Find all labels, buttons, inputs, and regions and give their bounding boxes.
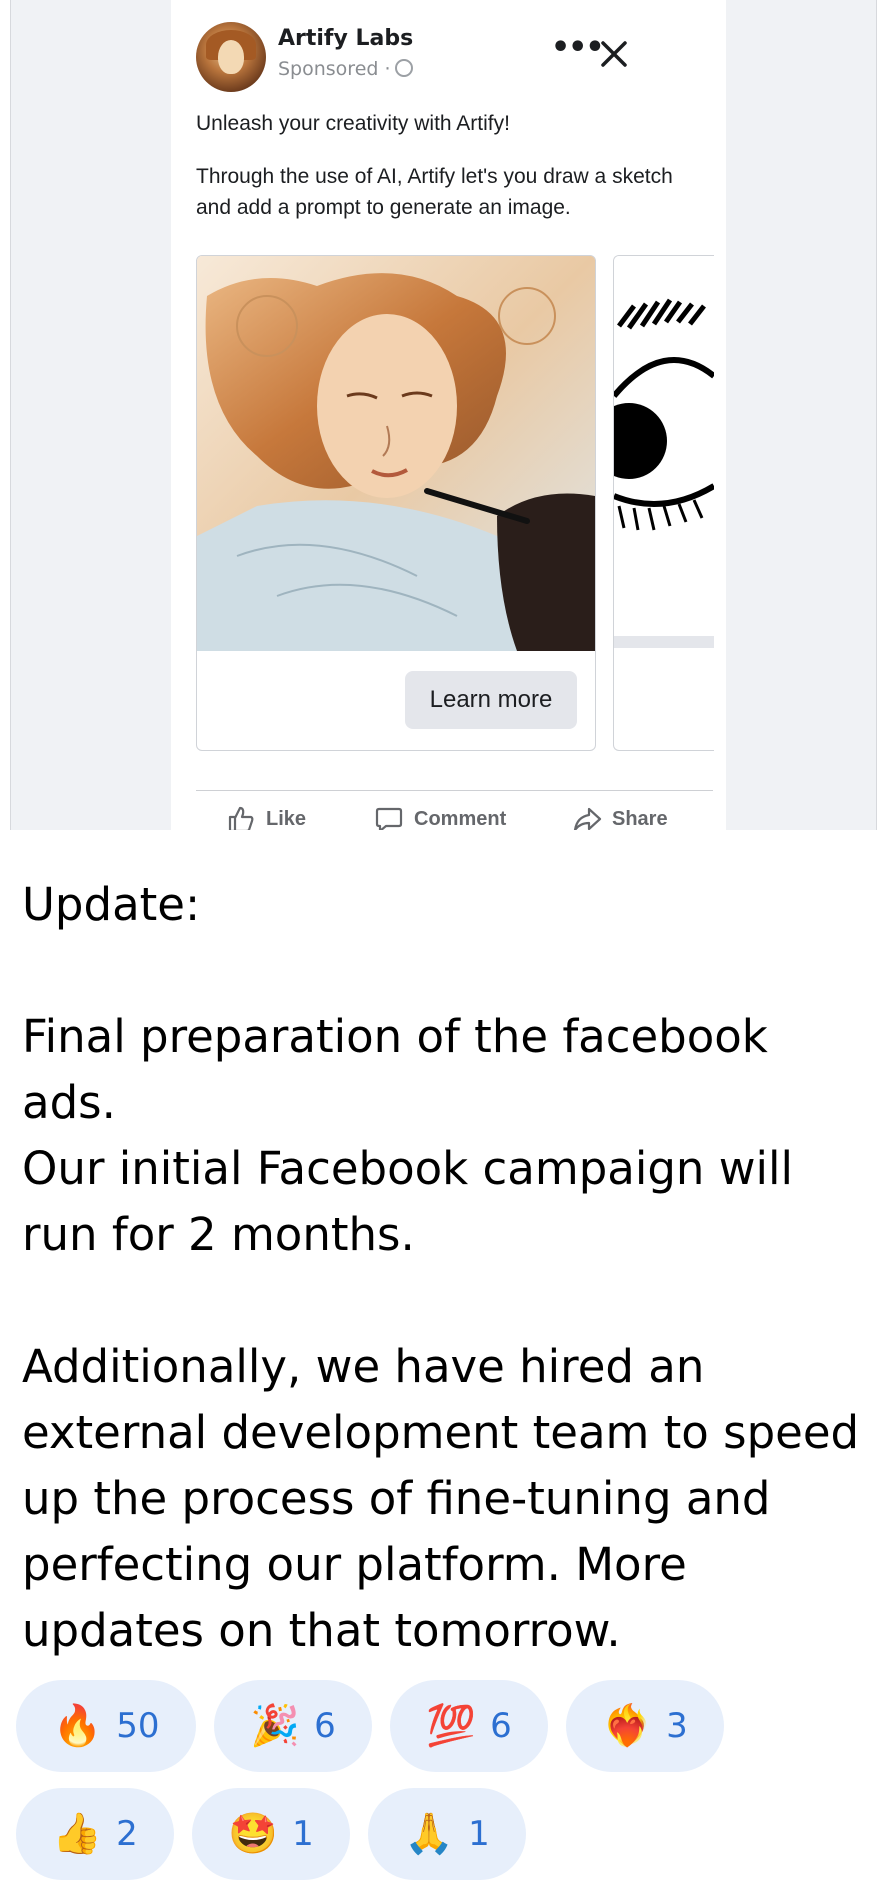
close-icon[interactable] (596, 36, 632, 72)
comment-label: Comment (414, 807, 507, 830)
folded-hands-icon: 🙏 (404, 1811, 455, 1857)
reaction-count: 1 (468, 1814, 490, 1854)
share-icon (573, 807, 602, 830)
message-text: Update: Final preparation of the faceboo… (22, 878, 860, 1657)
reaction-star-struck[interactable]: 🤩 1 (192, 1788, 350, 1880)
reaction-count: 6 (490, 1706, 512, 1746)
share-label: Share (612, 807, 668, 830)
reaction-count: 1 (292, 1814, 314, 1854)
like-label: Like (266, 807, 307, 830)
reaction-thumbs-up[interactable]: 👍 2 (16, 1788, 174, 1880)
ad-text: Unleash your creativity with Artify! Thr… (196, 108, 696, 245)
reaction-hundred-points[interactable]: 💯 6 (390, 1680, 548, 1772)
comment-button[interactable]: Comment (374, 804, 506, 830)
learn-more-button[interactable]: Learn more (405, 671, 577, 729)
ad-headline: Unleash your creativity with Artify! (196, 112, 510, 135)
share-button[interactable]: Share (572, 804, 668, 830)
post-header: Artify Labs Sponsored · ••• (196, 18, 716, 92)
page-avatar[interactable] (196, 22, 266, 92)
more-icon[interactable]: ••• (551, 33, 605, 68)
eye-sketch-image (614, 256, 714, 651)
reaction-count: 6 (314, 1706, 336, 1746)
reaction-count: 2 (116, 1814, 138, 1854)
reaction-folded-hands[interactable]: 🙏 1 (368, 1788, 526, 1880)
post-actions: Like Comment Share (196, 800, 713, 830)
thumbs-up-icon (228, 806, 254, 830)
ad-card: Artify Labs Sponsored · ••• Unleash your… (171, 0, 726, 830)
ad-artwork-image (197, 256, 595, 651)
actions-divider (196, 790, 713, 791)
reactions-bar: 🔥 50 🎉 6 💯 6 ❤️‍🔥 3 👍 2 🤩 1 🙏 1 (16, 1680, 876, 1880)
star-struck-icon: 🤩 (228, 1811, 279, 1857)
ad-screenshot: Artify Labs Sponsored · ••• Unleash your… (10, 0, 877, 830)
reaction-count: 3 (666, 1706, 688, 1746)
reaction-fire[interactable]: 🔥 50 (16, 1680, 196, 1772)
ad-body: Through the use of AI, Artify let's you … (196, 165, 673, 219)
avatar-face (218, 40, 244, 74)
like-button[interactable]: Like (226, 804, 306, 830)
carousel-card-next[interactable] (613, 255, 714, 751)
sponsored-text: Sponsored · (278, 58, 391, 80)
party-popper-icon: 🎉 (250, 1703, 301, 1749)
reaction-heart-on-fire[interactable]: ❤️‍🔥 3 (566, 1680, 724, 1772)
reaction-count: 50 (116, 1706, 160, 1746)
reaction-party-popper[interactable]: 🎉 6 (214, 1680, 372, 1772)
comment-icon (375, 807, 403, 830)
hundred-points-icon: 💯 (426, 1703, 477, 1749)
sponsored-label: Sponsored · (278, 58, 413, 80)
fire-icon: 🔥 (52, 1703, 103, 1749)
page-name[interactable]: Artify Labs (278, 26, 413, 51)
carousel-card[interactable]: Learn more (196, 255, 596, 751)
heart-on-fire-icon: ❤️‍🔥 (602, 1703, 653, 1749)
thumbs-up-icon: 👍 (52, 1811, 103, 1857)
globe-icon (394, 58, 413, 77)
